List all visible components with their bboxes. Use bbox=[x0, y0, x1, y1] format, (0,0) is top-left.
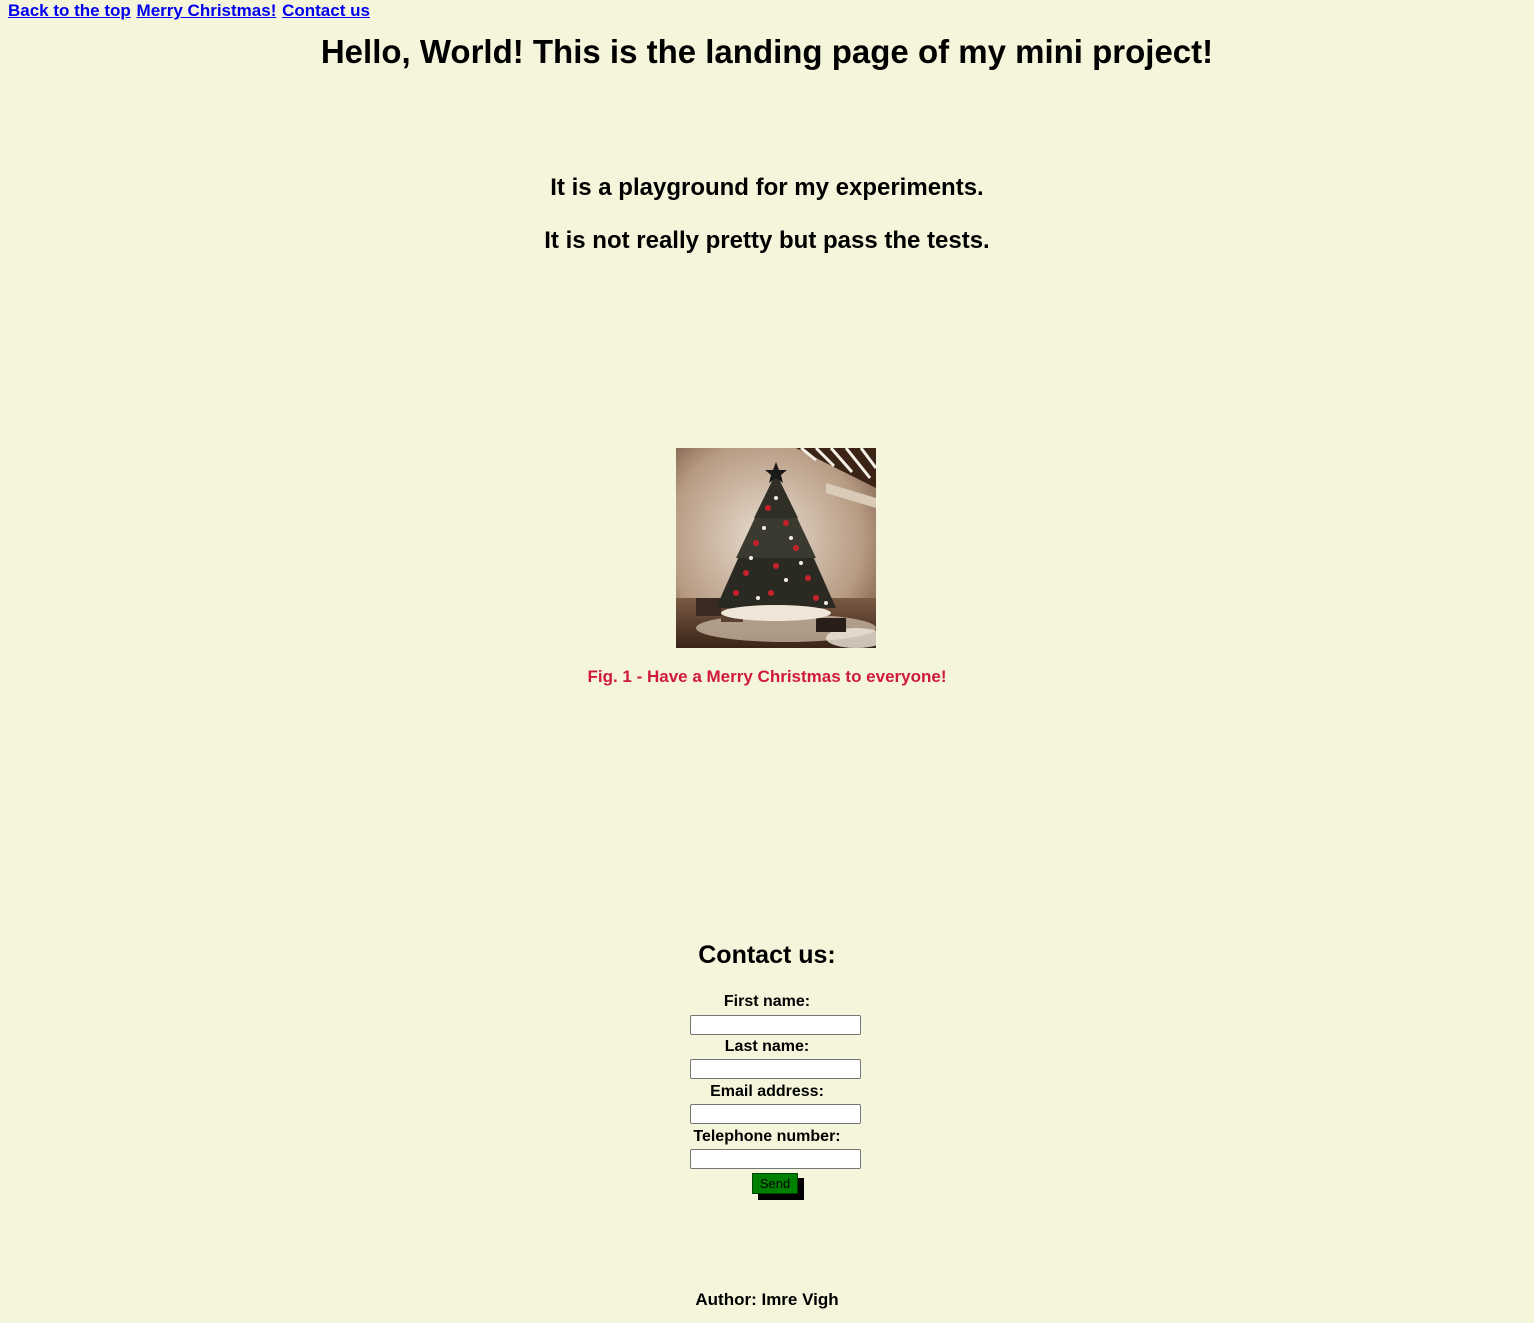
contact-heading: Contact us: bbox=[698, 941, 836, 969]
intro-line-1: It is a playground for my experiments. bbox=[550, 174, 984, 201]
figure-caption: Fig. 1 - Have a Merry Christmas to every… bbox=[587, 667, 947, 686]
first-name-label: First name: bbox=[723, 993, 811, 1010]
telephone-input[interactable] bbox=[690, 1149, 861, 1169]
page-title: Hello, World! This is the landing page o… bbox=[320, 33, 1214, 70]
email-label: Email address: bbox=[710, 1083, 824, 1100]
author-footer: Author: Imre Vigh bbox=[695, 1290, 839, 1309]
send-button[interactable]: Send bbox=[752, 1173, 798, 1194]
email-input[interactable] bbox=[690, 1104, 861, 1124]
telephone-label: Telephone number: bbox=[693, 1128, 841, 1145]
last-name-input[interactable] bbox=[690, 1059, 861, 1079]
christmas-tree-image bbox=[676, 448, 876, 648]
top-nav: Back to the top Merry Christmas! Contact… bbox=[8, 0, 371, 22]
intro-line-2: It is not really pretty but pass the tes… bbox=[544, 227, 990, 254]
nav-link-merry-christmas[interactable]: Merry Christmas! bbox=[137, 1, 277, 20]
nav-link-back-to-top[interactable]: Back to the top bbox=[8, 1, 131, 20]
last-name-label: Last name: bbox=[724, 1038, 810, 1055]
first-name-input[interactable] bbox=[690, 1015, 861, 1035]
nav-link-contact-us[interactable]: Contact us bbox=[282, 1, 370, 20]
